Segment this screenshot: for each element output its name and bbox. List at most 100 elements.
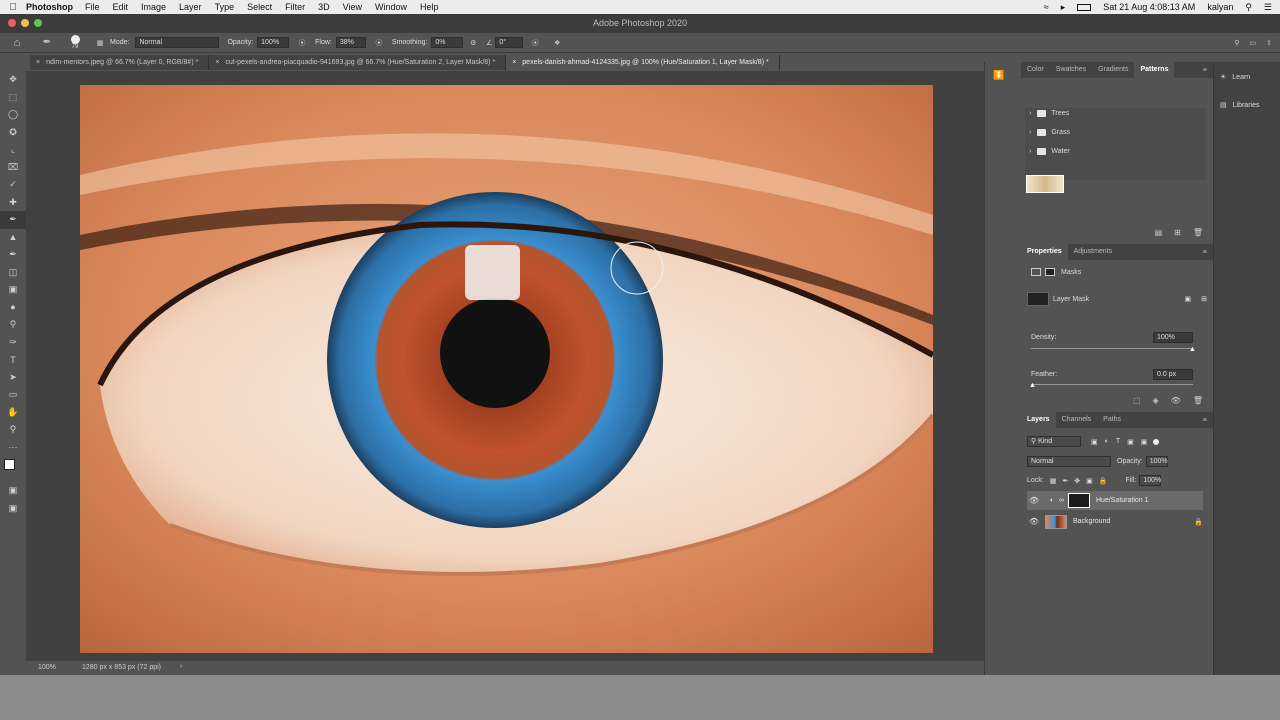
filter-shape-icon[interactable]: ▣: [1127, 438, 1134, 446]
tab-doc-2[interactable]: × cut-pexels-andrea-piacquadio-941693.jpg…: [209, 55, 507, 70]
airbrush-icon[interactable]: ⦿: [366, 38, 392, 48]
zoom-level[interactable]: 100%: [38, 664, 56, 671]
layer-row-hue-saturation[interactable]: 👁 ◐ ∞ Hue/Saturation 1: [1027, 491, 1203, 510]
trash-icon[interactable]: 🗑: [1193, 396, 1203, 405]
flow-field[interactable]: 38%: [335, 37, 366, 48]
lock-artboard-icon[interactable]: ▣: [1086, 477, 1093, 485]
close-icon[interactable]: ×: [215, 59, 219, 66]
marquee-tool-icon[interactable]: ⬚: [0, 89, 26, 107]
link-icon[interactable]: ∞: [1059, 497, 1065, 504]
feather-slider-handle[interactable]: ▲: [1029, 382, 1036, 389]
learn-button[interactable]: ☀ Learn: [1214, 66, 1280, 88]
new-group-icon[interactable]: ▤: [1155, 228, 1163, 237]
history-icon[interactable]: ⏬: [993, 70, 1004, 81]
workspace-icon[interactable]: ▭: [1250, 39, 1257, 47]
apply-mask-icon[interactable]: ◈: [1153, 396, 1159, 405]
search-icon[interactable]: ⚲: [1234, 39, 1239, 47]
smoothing-field[interactable]: 0%: [431, 37, 464, 48]
density-slider[interactable]: [1031, 348, 1193, 349]
chevron-right-icon[interactable]: ›: [1029, 110, 1031, 117]
volume-icon[interactable]: ▸: [1061, 2, 1066, 13]
frame-tool-icon[interactable]: ⌧: [0, 159, 26, 177]
chevron-right-icon[interactable]: ›: [180, 663, 182, 670]
tab-doc-3[interactable]: × pexels-danish-ahmad-4124335.jpg @ 100% …: [506, 55, 780, 70]
lock-pixels-icon[interactable]: ✒: [1062, 477, 1068, 485]
eraser-tool-icon[interactable]: ◫: [0, 264, 26, 282]
vector-mask-icon[interactable]: [1045, 268, 1055, 276]
username[interactable]: kalyan: [1207, 2, 1233, 12]
battery-icon[interactable]: [1077, 3, 1092, 11]
blend-mode-select[interactable]: Normal: [1027, 456, 1111, 467]
quick-mask-icon[interactable]: ▣: [0, 482, 26, 500]
menu-file[interactable]: File: [85, 2, 100, 12]
lock-transparency-icon[interactable]: ▦: [1050, 477, 1057, 485]
feather-slider[interactable]: [1031, 384, 1193, 385]
foreground-color-swatch[interactable]: [4, 459, 15, 470]
eyedropper-tool-icon[interactable]: ✓: [0, 176, 26, 194]
menu-list-icon[interactable]: ☰: [1264, 2, 1272, 13]
gear-icon[interactable]: ⚙: [463, 39, 483, 47]
menu-select[interactable]: Select: [247, 2, 272, 12]
menu-3d[interactable]: 3D: [318, 2, 330, 12]
layer-row-background[interactable]: 👁 Background 🔒: [1027, 512, 1203, 531]
menu-image[interactable]: Image: [141, 2, 166, 12]
lasso-tool-icon[interactable]: ◯: [0, 106, 26, 124]
pressure-opacity-icon[interactable]: ⦿: [289, 38, 315, 48]
type-tool-icon[interactable]: T: [0, 351, 26, 369]
dodge-tool-icon[interactable]: ⚲: [0, 316, 26, 334]
close-icon[interactable]: ×: [36, 59, 40, 66]
brush-tool-icon[interactable]: ✒: [34, 37, 60, 48]
add-vector-mask-icon[interactable]: ⊞: [1201, 295, 1207, 303]
apple-icon[interactable]: : [0, 2, 26, 13]
menu-app-name[interactable]: Photoshop: [26, 2, 73, 12]
gradient-tool-icon[interactable]: ▣: [0, 281, 26, 299]
document-canvas[interactable]: [80, 85, 933, 653]
feather-field[interactable]: 0.0 px: [1153, 369, 1193, 380]
libraries-button[interactable]: ▤ Libraries: [1214, 94, 1280, 116]
angle-field[interactable]: 0°: [495, 37, 524, 48]
visibility-eye-icon[interactable]: 👁: [1027, 496, 1041, 505]
color-swatches[interactable]: [0, 456, 26, 482]
visibility-eye-icon[interactable]: 👁: [1027, 517, 1041, 526]
lock-all-icon[interactable]: 🔒: [1099, 477, 1108, 485]
tab-doc-1[interactable]: × ndim-mentors.jpeg @ 66.7% (Layer 0, RGB…: [30, 55, 210, 70]
menu-edit[interactable]: Edit: [113, 2, 129, 12]
tab-paths[interactable]: Paths: [1097, 412, 1127, 428]
menu-view[interactable]: View: [343, 2, 362, 12]
chevron-right-icon[interactable]: ›: [1029, 148, 1031, 155]
filter-type-icon[interactable]: T: [1116, 438, 1120, 445]
symmetry-icon[interactable]: ❖: [547, 39, 567, 47]
layer-fill-field[interactable]: 100%: [1139, 475, 1162, 486]
load-selection-icon[interactable]: ⬚: [1133, 396, 1141, 405]
tab-color[interactable]: Color: [1021, 62, 1050, 78]
menu-layer[interactable]: Layer: [179, 2, 202, 12]
crop-tool-icon[interactable]: ⌞: [0, 141, 26, 159]
menu-help[interactable]: Help: [420, 2, 439, 12]
select-pixel-mask-icon[interactable]: ▣: [1185, 295, 1192, 303]
brush-tool-icon[interactable]: ✒: [0, 211, 26, 229]
mode-select[interactable]: Normal: [135, 37, 220, 48]
tab-channels[interactable]: Channels: [1056, 412, 1098, 428]
brush-settings-icon[interactable]: ▦: [90, 39, 110, 47]
document-info[interactable]: 1280 px x 853 px (72 ppi): [82, 664, 161, 671]
filter-adjustment-icon[interactable]: ◐: [1105, 438, 1109, 445]
pixel-mask-icon[interactable]: [1031, 268, 1041, 276]
tab-swatches[interactable]: Swatches: [1050, 62, 1092, 78]
tab-patterns[interactable]: Patterns: [1134, 62, 1175, 78]
quick-select-tool-icon[interactable]: ✪: [0, 124, 26, 142]
more-tools-icon[interactable]: ⋯: [0, 439, 26, 457]
tab-gradients[interactable]: Gradients: [1092, 62, 1134, 78]
filter-smart-icon[interactable]: ▣: [1141, 438, 1148, 446]
lock-position-icon[interactable]: ✥: [1074, 477, 1080, 485]
menu-filter[interactable]: Filter: [285, 2, 305, 12]
filter-toggle[interactable]: [1153, 438, 1160, 445]
opacity-field[interactable]: 100%: [257, 37, 290, 48]
folder-grass[interactable]: › Grass: [1029, 129, 1070, 136]
wifi-icon[interactable]: ≈: [1044, 2, 1049, 12]
pen-tool-icon[interactable]: ✑: [0, 334, 26, 352]
blur-tool-icon[interactable]: ●: [0, 299, 26, 317]
stamp-tool-icon[interactable]: ▲: [0, 229, 26, 247]
trash-icon[interactable]: 🗑: [1193, 228, 1203, 237]
healing-brush-tool-icon[interactable]: ✚: [0, 194, 26, 212]
chevron-right-icon[interactable]: ›: [1029, 129, 1031, 136]
